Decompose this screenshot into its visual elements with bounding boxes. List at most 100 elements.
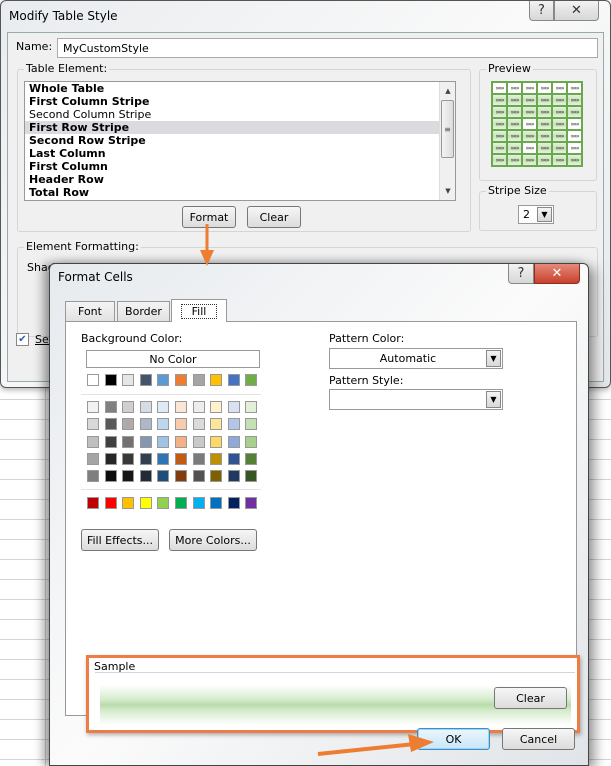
help-button[interactable]: ?	[529, 1, 554, 21]
list-item[interactable]: Whole Table	[25, 82, 455, 95]
cancel-button[interactable]: Cancel	[502, 728, 575, 750]
color-swatch[interactable]	[192, 470, 205, 483]
no-color-button[interactable]: No Color	[86, 350, 260, 368]
color-swatch[interactable]	[157, 435, 170, 448]
color-swatch[interactable]	[227, 470, 240, 483]
color-swatch[interactable]	[139, 470, 152, 483]
clear-button[interactable]: Clear	[247, 206, 301, 228]
color-swatch[interactable]	[175, 452, 187, 465]
color-swatch[interactable]	[192, 452, 205, 465]
color-swatch[interactable]	[104, 374, 117, 386]
color-swatch[interactable]	[87, 497, 99, 509]
color-swatch[interactable]	[245, 452, 258, 465]
color-swatch[interactable]	[87, 470, 99, 483]
color-swatch[interactable]	[87, 374, 99, 386]
color-swatch[interactable]	[139, 401, 152, 413]
tab-fill[interactable]: Fill	[171, 299, 227, 322]
name-input[interactable]: MyCustomStyle	[57, 38, 598, 58]
color-swatch[interactable]	[157, 401, 170, 413]
list-item[interactable]: First Column Stripe	[25, 95, 455, 108]
tab-border[interactable]: Border	[117, 301, 170, 321]
color-swatch[interactable]	[104, 401, 117, 413]
color-swatch[interactable]	[227, 452, 240, 465]
color-swatch[interactable]	[175, 374, 187, 386]
color-swatch[interactable]	[122, 452, 135, 465]
list-item[interactable]: First Row Stripe	[25, 121, 455, 134]
color-swatch[interactable]	[210, 401, 223, 413]
chevron-down-icon[interactable]: ▼	[537, 207, 552, 222]
close-button[interactable]: ✕	[534, 264, 580, 284]
color-swatch[interactable]	[122, 497, 135, 509]
scroll-down-icon[interactable]: ▼	[440, 184, 456, 198]
color-swatch[interactable]	[245, 374, 258, 386]
scroll-up-icon[interactable]: ▲	[440, 84, 456, 98]
pattern-style-select[interactable]: ▼	[329, 389, 503, 410]
color-swatch[interactable]	[87, 452, 99, 465]
color-swatch[interactable]	[227, 401, 240, 413]
color-swatch[interactable]	[245, 418, 258, 431]
chevron-down-icon[interactable]: ▼	[486, 391, 501, 408]
color-swatch[interactable]	[157, 374, 170, 386]
color-swatch[interactable]	[157, 418, 170, 431]
color-swatch[interactable]	[175, 470, 187, 483]
fill-effects-button[interactable]: Fill Effects...	[81, 529, 159, 551]
list-scrollbar[interactable]: ▲ ≡ ▼	[439, 82, 455, 200]
color-swatch[interactable]	[210, 497, 223, 509]
more-colors-button[interactable]: More Colors...	[169, 529, 257, 551]
color-swatch[interactable]	[245, 435, 258, 448]
color-swatch[interactable]	[104, 435, 117, 448]
color-swatch[interactable]	[175, 497, 187, 509]
color-swatch[interactable]	[210, 452, 223, 465]
color-swatch[interactable]	[139, 452, 152, 465]
color-swatch[interactable]	[122, 470, 135, 483]
color-swatch[interactable]	[122, 418, 135, 431]
color-swatch[interactable]	[139, 374, 152, 386]
list-item[interactable]: Header Row	[25, 173, 455, 186]
color-swatch[interactable]	[245, 470, 258, 483]
list-item[interactable]: Last Column	[25, 147, 455, 160]
color-swatch[interactable]	[192, 401, 205, 413]
ok-button[interactable]: OK	[417, 728, 490, 750]
color-swatch[interactable]	[87, 401, 99, 413]
color-swatch[interactable]	[104, 418, 117, 431]
tab-font[interactable]: Font	[65, 301, 115, 321]
color-swatch[interactable]	[104, 452, 117, 465]
color-swatch[interactable]	[192, 418, 205, 431]
color-swatch[interactable]	[175, 401, 187, 413]
color-swatch[interactable]	[192, 435, 205, 448]
color-swatch[interactable]	[87, 418, 99, 431]
color-swatch[interactable]	[210, 435, 223, 448]
color-swatch[interactable]	[139, 435, 152, 448]
color-swatch[interactable]	[157, 497, 170, 509]
color-swatch[interactable]	[227, 418, 240, 431]
color-swatch[interactable]	[175, 418, 187, 431]
color-swatch[interactable]	[227, 435, 240, 448]
color-swatch[interactable]	[192, 374, 205, 386]
color-swatch[interactable]	[104, 497, 117, 509]
color-swatch[interactable]	[210, 470, 223, 483]
list-item[interactable]: Second Row Stripe	[25, 134, 455, 147]
clear-button[interactable]: Clear	[494, 687, 567, 709]
stripe-size-select[interactable]: 2 ▼	[518, 205, 554, 224]
color-swatch[interactable]	[104, 470, 117, 483]
format-button[interactable]: Format	[182, 206, 236, 228]
color-swatch[interactable]	[192, 497, 205, 509]
list-item[interactable]: Total Row	[25, 186, 455, 199]
color-swatch[interactable]	[87, 435, 99, 448]
color-swatch[interactable]	[122, 374, 135, 386]
color-swatch[interactable]	[157, 452, 170, 465]
help-button[interactable]: ?	[508, 264, 534, 284]
color-swatch[interactable]	[245, 497, 258, 509]
list-item[interactable]: Second Column Stripe	[25, 108, 455, 121]
list-item[interactable]: First Column	[25, 160, 455, 173]
set-default-checkbox[interactable]: ✔	[16, 333, 29, 346]
color-swatch[interactable]	[122, 401, 135, 413]
pattern-color-select[interactable]: Automatic ▼	[329, 348, 503, 369]
color-swatch[interactable]	[245, 401, 258, 413]
color-swatch[interactable]	[210, 374, 223, 386]
close-button[interactable]: ✕	[554, 1, 599, 21]
color-swatch[interactable]	[227, 497, 240, 509]
color-swatch[interactable]	[122, 435, 135, 448]
color-swatch[interactable]	[139, 497, 152, 509]
color-swatch[interactable]	[227, 374, 240, 386]
